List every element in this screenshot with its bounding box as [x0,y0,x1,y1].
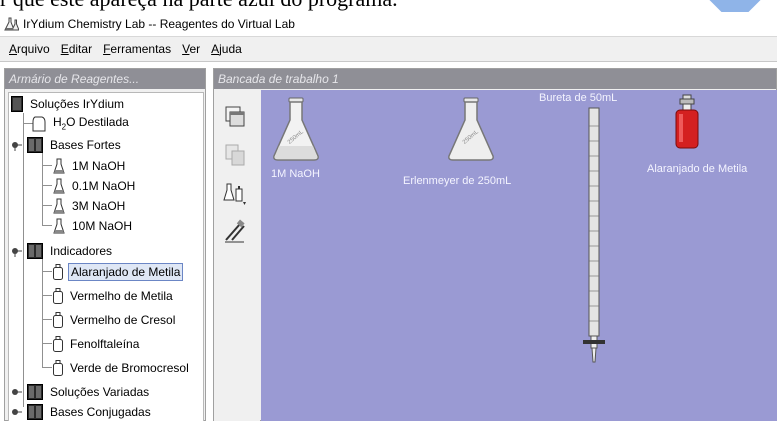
cabinet-icon [27,136,43,153]
tree-node-label: Bases Fortes [50,137,121,152]
tree-node-indicators[interactable]: Indicadores [11,240,114,261]
menu-ferramentas[interactable]: Ferramentas [103,42,171,56]
tree-node-indicator-2[interactable]: Vermelho de Metila [53,285,175,306]
workbench-area[interactable]: 250mL 1M NaOH 250mL Erlenmeyer de 250mL … [261,90,777,421]
tree-node-indicator-5[interactable]: Verde de Bromocresol [53,357,191,378]
tree-connector [42,271,52,272]
tree-connector [42,205,52,206]
new-window-tool-icon[interactable] [222,104,248,130]
tree-node-label: 1M NaOH [72,158,126,173]
tree-connector [42,149,43,225]
bench-item-label: Erlenmeyer de 250mL [403,175,512,187]
document-text: r que este apareça na parte azul do prog… [0,0,398,12]
cabinet-icon [27,403,43,420]
menu-mnemonic: E [60,42,69,56]
tree-node-label: 10M NaOH [72,218,133,233]
workbench-panel: Bancada de trabalho 1 250mL 1M NaOH 250m… [213,68,777,421]
menu-bar: Arquivo Editar Ferramentas Ver Ajuda [0,36,777,62]
water-formula-h: H [53,115,62,130]
menu-label: er [189,42,201,56]
tree-node-base-2[interactable]: 0.1M NaOH [53,175,137,196]
tree-node-label: 3M NaOH [72,198,126,213]
menu-editar[interactable]: Editar [61,42,92,56]
tree-node-misc-solutions[interactable]: Soluções Variadas [11,381,151,402]
tree-node-strong-bases[interactable]: Bases Fortes [11,134,123,155]
tree-connector [42,319,52,320]
reagent-cabinet-title: Armário de Reagentes... [5,69,205,89]
collapsed-toggle-icon[interactable] [11,406,23,418]
workbench-title: Bancada de trabalho 1 [214,69,776,89]
flask-icon [53,198,65,213]
tree-connector [42,225,52,226]
menu-label: rquivo [17,42,50,56]
water-formula-rest: O Destilada [66,115,129,130]
reagent-cabinet-panel: Armário de Reagentes... Soluções IrYdium… [4,68,206,421]
burette-icon[interactable] [579,106,609,366]
tree-node-label: Vermelho de Cresol [70,312,176,327]
tree-node-indicator-4[interactable]: Fenolftaleína [53,333,141,354]
workbench-toolbar [214,90,260,421]
tree-connector [42,165,52,166]
bottle-icon [53,287,63,304]
glassware-tool-icon[interactable] [222,180,248,206]
tree-node-label: H2O Destilada [51,114,131,132]
cabinet-icon [11,95,23,112]
cabinet-icon [27,242,43,259]
bench-item-label: Alaranjado de Metila [647,163,748,175]
flask-icon [53,218,65,233]
expanded-toggle-icon[interactable] [11,245,23,257]
tree-node-label: Verde de Bromocresol [70,360,189,375]
bottle-icon [53,263,63,280]
bottle-icon [32,116,46,131]
menu-ver[interactable]: Ver [182,42,200,56]
tree-connector [42,295,52,296]
bottle-icon [53,359,63,376]
expanded-toggle-icon[interactable] [11,139,23,151]
tree-node-label: Soluções Variadas [50,384,150,399]
tree-node-label: Bases Conjugadas [50,404,151,419]
bench-item-label: 1M NaOH [271,168,320,180]
window-titlebar: IrYdium Chemistry Lab -- Reagentes do Vi… [0,12,777,36]
copy-tool-icon-disabled[interactable] [222,142,248,168]
cabinet-icon [27,383,43,400]
menu-arquivo[interactable]: Arquivo [9,42,50,56]
tree-connector [42,343,52,344]
tree-node-base-1[interactable]: 1M NaOH [53,155,127,176]
tree-node-conjugate-bases[interactable]: Bases Conjugadas [11,401,153,421]
reagent-tree[interactable]: Soluções IrYdium H2O Destilada Bases For… [8,92,204,421]
window-title: IrYdium Chemistry Lab -- Reagentes do Vi… [23,17,295,31]
menu-label: juda [219,42,242,56]
lab-app-icon [4,17,19,31]
menu-mnemonic: A [9,42,18,56]
tree-node-base-3[interactable]: 3M NaOH [53,195,127,216]
bench-item-label: Bureta de 50mL [539,92,618,104]
collapsed-toggle-icon[interactable] [11,386,23,398]
tree-node-label: Indicadores [50,243,113,258]
menu-ajuda[interactable]: Ajuda [211,42,242,56]
bottle-icon [53,335,63,352]
erlenmeyer-flask-icon[interactable]: 250mL [446,96,496,162]
menu-label: erramentas [110,42,172,56]
menu-label: ditar [68,42,93,56]
bottle-icon [53,311,63,328]
pipette-tool-icon[interactable] [222,218,248,244]
tree-node-label-selected: Alaranjado de Metila [68,262,184,281]
flask-icon [53,178,65,193]
tree-node-label: 0.1M NaOH [72,178,136,193]
tree-node-base-4[interactable]: 10M NaOH [53,215,134,236]
tree-node-root[interactable]: Soluções IrYdium [11,93,126,114]
flask-with-solution-icon[interactable]: 250mL [271,96,321,162]
tree-node-label: Fenolftaleína [70,336,140,351]
tree-node-label: Soluções IrYdium [30,96,125,111]
tree-node-indicator-3[interactable]: Vermelho de Cresol [53,309,177,330]
indicator-bottle-icon[interactable] [672,94,702,150]
tree-node-distilled-water[interactable]: H2O Destilada [32,113,131,134]
tree-node-indicator-1[interactable]: Alaranjado de Metila [53,261,184,282]
tree-node-label: Vermelho de Metila [70,288,173,303]
menu-mnemonic: A [211,42,220,56]
tree-connector [42,367,52,368]
tree-connector [42,185,52,186]
flask-icon [53,158,65,173]
